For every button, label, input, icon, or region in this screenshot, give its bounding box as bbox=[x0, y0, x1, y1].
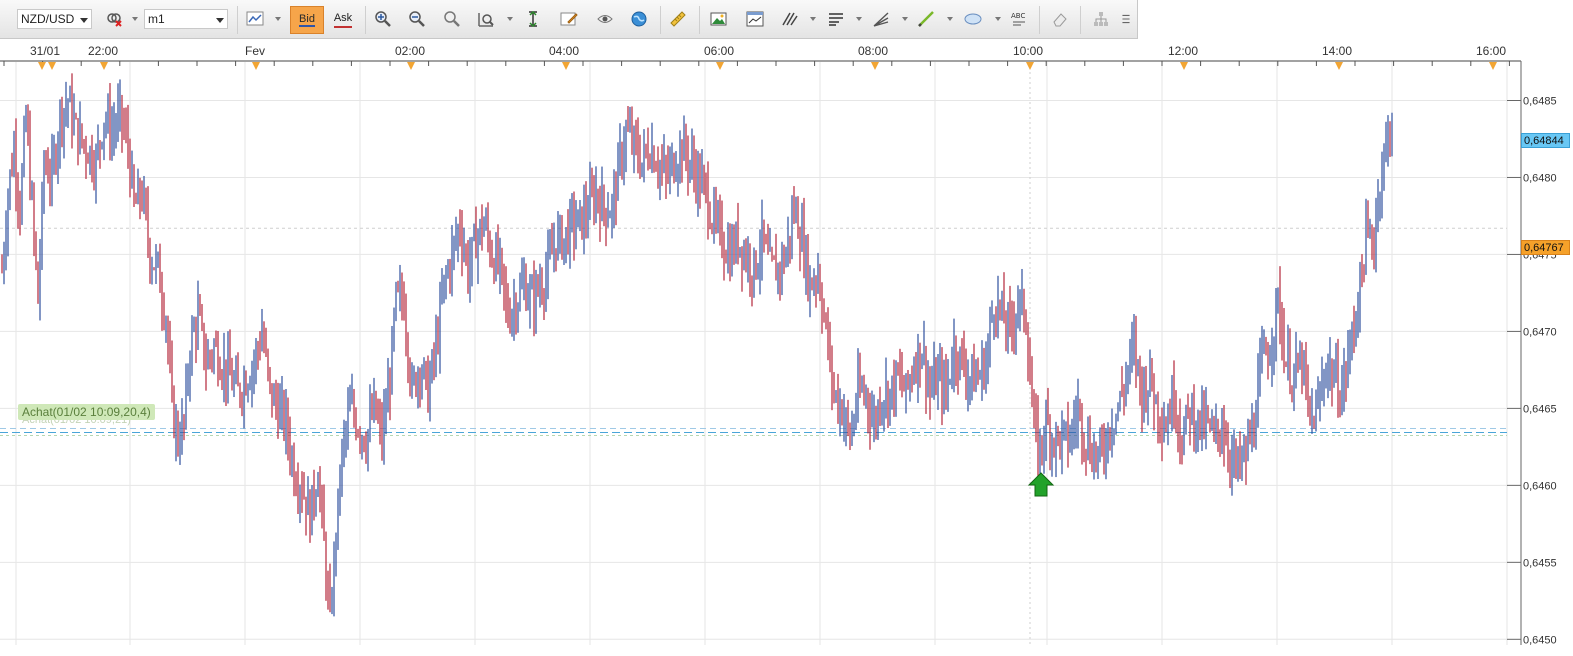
time-marker-icon bbox=[1180, 62, 1188, 70]
chart-grid bbox=[0, 62, 1508, 645]
time-tick-label: Fev bbox=[245, 44, 265, 58]
time-marker-icon bbox=[407, 62, 415, 70]
time-tick-label: 04:00 bbox=[549, 44, 579, 58]
time-tick-label: 10:00 bbox=[1013, 44, 1043, 58]
time-tick-label: 22:00 bbox=[88, 44, 118, 58]
buy-order-label[interactable]: Achat(01/02 10:09,20,4) bbox=[18, 404, 155, 420]
candles bbox=[1, 73, 1393, 617]
time-markers bbox=[3, 61, 1510, 70]
time-tick-label: 08:00 bbox=[858, 44, 888, 58]
time-marker-icon bbox=[1489, 62, 1497, 70]
price-tick-label: 0,6480 bbox=[1523, 172, 1557, 184]
time-marker-icon bbox=[716, 62, 724, 70]
time-axis: 31/01 22:00 Fev 02:00 04:00 06:00 08:00 … bbox=[30, 44, 1506, 58]
time-marker-icon bbox=[1026, 62, 1034, 70]
time-marker-icon bbox=[562, 62, 570, 70]
time-tick-label: 12:00 bbox=[1168, 44, 1198, 58]
price-tick-label: 0,6460 bbox=[1523, 480, 1557, 492]
time-marker-icon bbox=[1335, 62, 1343, 70]
time-tick-label: 06:00 bbox=[704, 44, 734, 58]
price-tick-label: 0,6450 bbox=[1523, 634, 1557, 646]
time-tick-label: 31/01 bbox=[30, 44, 60, 58]
price-axis: 0,64850,64800,64750,64700,64650,64600,64… bbox=[1507, 95, 1557, 646]
price-tick-label: 0,6455 bbox=[1523, 557, 1557, 569]
buy-arrow-icon[interactable] bbox=[1027, 472, 1055, 497]
price-tick-label: 0,6470 bbox=[1523, 326, 1557, 338]
time-tick-label: 16:00 bbox=[1476, 44, 1506, 58]
price-tick-label: 0,6485 bbox=[1523, 95, 1557, 107]
current-price-badge: 0,64844 bbox=[1521, 133, 1570, 148]
time-marker-icon bbox=[38, 62, 46, 70]
time-marker-icon bbox=[871, 62, 879, 70]
time-marker-icon bbox=[48, 62, 56, 70]
time-marker-icon bbox=[100, 62, 108, 70]
time-tick-label: 02:00 bbox=[395, 44, 425, 58]
price-tick-label: 0,6465 bbox=[1523, 403, 1557, 415]
price-chart[interactable]: 31/01 22:00 Fev 02:00 04:00 06:00 08:00 … bbox=[0, 0, 1573, 656]
time-tick-label: 14:00 bbox=[1322, 44, 1352, 58]
time-marker-icon bbox=[252, 62, 260, 70]
line-price-badge: 0,64767 bbox=[1521, 240, 1570, 255]
